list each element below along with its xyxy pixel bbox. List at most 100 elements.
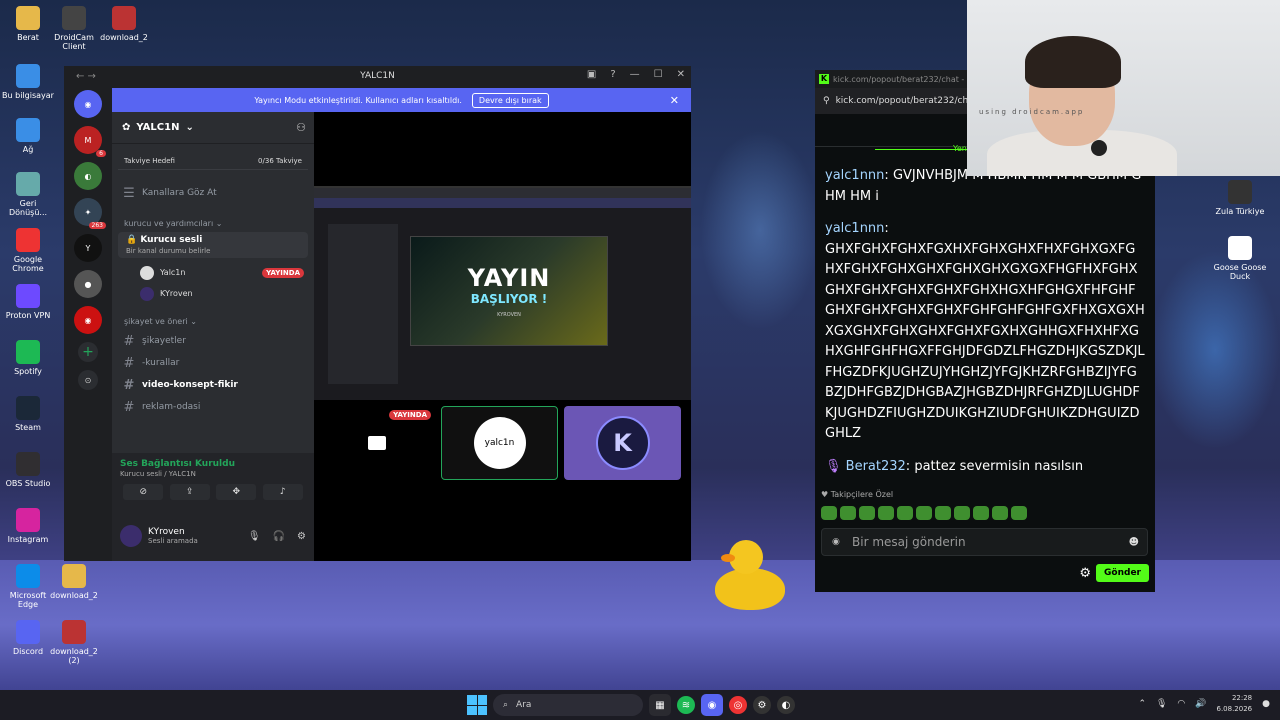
voice-user-yalc1n[interactable]: Yalc1n YAYINDA (112, 262, 314, 283)
microphone-icon[interactable]: 🎙 (248, 531, 261, 542)
desktop-icon[interactable]: Goose Goose Duck (1212, 236, 1268, 281)
spotify-icon[interactable]: ≋ (677, 696, 695, 714)
settings-gear-icon[interactable]: ⚙ (297, 531, 306, 542)
invite-icon[interactable]: ⚇ (296, 121, 306, 134)
desktop-icon[interactable]: Spotify (0, 340, 56, 376)
wifi-icon[interactable]: ◠ (1177, 699, 1185, 709)
nav-arrows-icon[interactable]: ← → (76, 71, 96, 82)
voice-channel-kurucu-sesli[interactable]: 🔒 Kurucu sesli Bir kanal durumu belirle (118, 232, 308, 258)
chat-username[interactable]: yalc1nnn (825, 221, 884, 236)
computer-icon (16, 64, 40, 88)
disable-streamer-mode-button[interactable]: Devre dışı bırak (471, 92, 549, 108)
camera-off-icon[interactable]: ⊘ (123, 484, 164, 500)
desktop-icon[interactable]: OBS Studio (0, 452, 56, 488)
banner-close-icon[interactable]: ✕ (670, 94, 679, 107)
channel-sikayetler[interactable]: # şikayetler (112, 330, 314, 352)
share-screen-icon[interactable]: ⇪ (169, 484, 210, 500)
voice-user-kyroven[interactable]: KYroven (112, 283, 314, 304)
chat-input[interactable]: ◉ Bir mesaj gönderin ☻ (821, 528, 1148, 556)
desktop-icon[interactable]: DroidCam Client (46, 6, 102, 51)
stream-screen-share[interactable]: YAYIN BAŞLIYOR ! KYROVEN (314, 186, 691, 400)
archive-icon (112, 6, 136, 30)
server-icon-2[interactable]: ◐ (74, 162, 102, 190)
activities-icon[interactable]: ✥ (216, 484, 257, 500)
server-icon-yalc1n[interactable]: Y (74, 234, 102, 262)
desktop-icon[interactable]: Bu bilgisayar (0, 64, 56, 100)
desktop-icon[interactable]: download_2 (96, 6, 152, 42)
server-icon-6[interactable]: ◉ (74, 306, 102, 334)
microphone-icon[interactable]: 🎙 (1156, 699, 1167, 709)
emote-icon[interactable] (840, 506, 856, 520)
maximize-icon[interactable]: ☐ (654, 69, 663, 80)
channel-kurallar[interactable]: # -kurallar (112, 352, 314, 374)
emote-icon[interactable] (878, 506, 894, 520)
preview-caption: KYROVEN (497, 312, 521, 318)
discord-titlebar: ← → YALC1N ▣ ? — ☐ ✕ (64, 66, 691, 86)
desktop-icon[interactable]: Steam (0, 396, 56, 432)
emote-icon[interactable] (935, 506, 951, 520)
store-icon[interactable]: ▦ (649, 694, 671, 716)
network-icon (16, 118, 40, 142)
explore-icon[interactable]: ⊙ (78, 370, 98, 390)
desktop-icon[interactable]: Ağ (0, 118, 56, 154)
desktop-icon[interactable]: Instagram (0, 508, 56, 544)
taskbar-search[interactable]: ⌕ Ara (493, 694, 643, 716)
obs-icon[interactable]: ◐ (777, 696, 795, 714)
inbox-icon[interactable]: ▣ (587, 69, 596, 80)
emote-icon[interactable] (954, 506, 970, 520)
boost-goal[interactable]: Takviye Hedefi 0/36 Takviye (118, 152, 308, 170)
category-header[interactable]: şikayet ve öneri ⌄ (112, 312, 314, 330)
discord-home-icon[interactable]: ◉ (74, 90, 102, 118)
browse-channels[interactable]: ☰ Kanallara Göz At (112, 182, 314, 204)
steam-icon[interactable]: ⚙ (753, 696, 771, 714)
desktop-icon[interactable]: Proton VPN (0, 284, 56, 320)
emote-icon[interactable] (916, 506, 932, 520)
stream-stage[interactable]: YAYIN BAŞLIYOR ! KYROVEN YAYINDA yalc1n … (314, 112, 691, 561)
desktop-icon[interactable]: download_2 (46, 564, 102, 600)
close-icon[interactable]: ✕ (677, 69, 685, 80)
category-header[interactable]: kurucu ve yardımcıları ⌄ (112, 214, 314, 232)
desktop-icon[interactable]: Geri Dönüşü... (0, 172, 56, 217)
server-icon-3[interactable]: ✦ 263 (74, 198, 106, 229)
chevron-up-icon[interactable]: ⌃ (1138, 699, 1146, 709)
notification-icon[interactable]: ● (1262, 699, 1270, 709)
banner-text: Yayıncı Modu etkinleştirildi. Kullanıcı … (254, 95, 462, 105)
emote-icon[interactable] (973, 506, 989, 520)
chat-username[interactable]: yalc1nnn (825, 168, 884, 183)
soundboard-icon[interactable]: ♪ (262, 484, 303, 500)
edge-icon (16, 564, 40, 588)
channel-reklam-odasi[interactable]: # reklam-odasi (112, 396, 314, 418)
participant-tile-kyroven[interactable]: K (564, 406, 681, 480)
volume-icon[interactable]: 🔊 (1195, 699, 1206, 709)
send-button[interactable]: Gönder (1096, 564, 1149, 582)
channel-video-konsept-fikir[interactable]: # video-konsept-fikir (112, 374, 314, 396)
chat-messages: yalc1nnn: GVJNVHBJM M HBMN HM M M GBHM G… (815, 166, 1155, 489)
live-badge: YAYINDA (389, 410, 431, 420)
help-icon[interactable]: ? (610, 69, 615, 80)
emote-icon[interactable] (821, 506, 837, 520)
server-header[interactable]: ✿ YALC1N ⌄ ⚇ (112, 112, 314, 144)
server-icon-5[interactable]: ● (74, 270, 102, 298)
participant-tile-yalc1n[interactable]: yalc1n (441, 406, 558, 480)
chat-username[interactable]: Berat232 (846, 459, 906, 474)
headphones-icon[interactable]: 🎧 (273, 531, 285, 542)
emote-icon[interactable] (859, 506, 875, 520)
chat-settings-gear-icon[interactable]: ⚙ (1079, 566, 1091, 581)
windows-start-icon[interactable] (467, 695, 487, 715)
emote-icon[interactable] (897, 506, 913, 520)
emote-icon[interactable] (992, 506, 1008, 520)
minimize-icon[interactable]: — (630, 69, 640, 80)
emoji-icon[interactable]: ☻ (1129, 537, 1139, 548)
avatar[interactable] (120, 525, 142, 547)
user-status: Sesli aramada (148, 537, 198, 545)
discord-icon[interactable]: ◉ (701, 694, 723, 716)
emote-icon[interactable] (1011, 506, 1027, 520)
desktop-icon[interactable]: Zula Türkiye (1212, 180, 1268, 216)
add-server-icon[interactable]: + (78, 342, 98, 362)
desktop-icon[interactable]: download_2 (2) (46, 620, 102, 665)
participant-tile-stream[interactable]: YAYINDA (318, 406, 435, 480)
server-icon-1[interactable]: M6 (74, 126, 106, 157)
chrome-icon[interactable]: ◎ (729, 696, 747, 714)
desktop-icon[interactable]: Google Chrome (0, 228, 56, 273)
clock[interactable]: 22:28 6.08.2026 (1217, 693, 1253, 715)
